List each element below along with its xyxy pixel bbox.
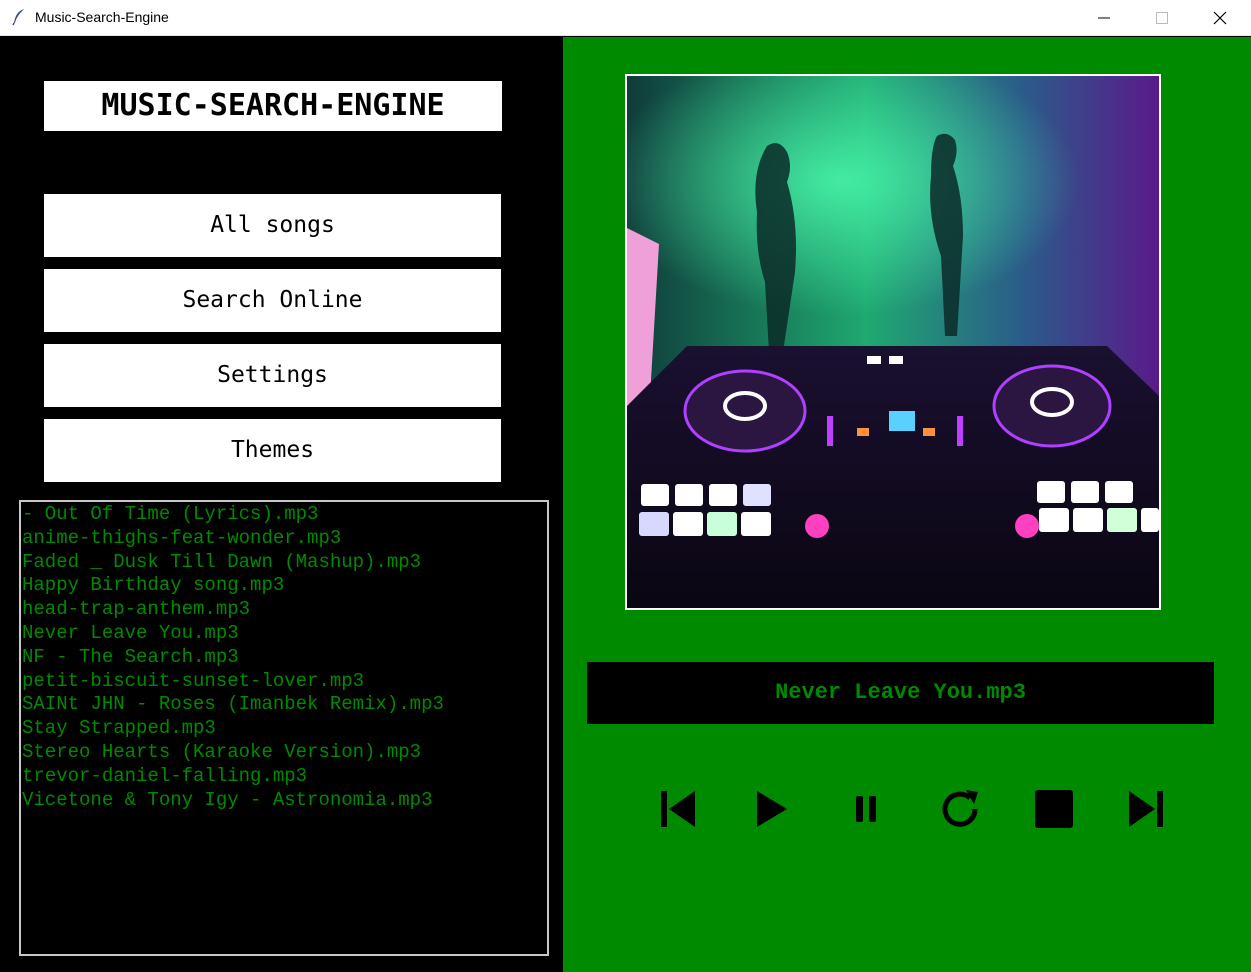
dj-controller-image: [627, 76, 1159, 608]
song-list-item[interactable]: petit-biscuit-sunset-lover.mp3: [21, 670, 547, 694]
song-list-item[interactable]: - Out Of Time (Lyrics).mp3: [21, 503, 547, 527]
stop-icon: [1035, 790, 1073, 828]
song-list-item[interactable]: Faded _ Dusk Till Dawn (Mashup).mp3: [21, 551, 547, 575]
song-list-item[interactable]: Happy Birthday song.mp3: [21, 574, 547, 598]
song-list-item[interactable]: trevor-daniel-falling.mp3: [21, 765, 547, 789]
pause-icon: [856, 796, 876, 822]
minimize-icon: [1098, 17, 1110, 19]
song-list-item[interactable]: Never Leave You.mp3: [21, 622, 547, 646]
album-art: [625, 74, 1161, 610]
search-online-button[interactable]: Search Online: [44, 269, 501, 332]
play-button[interactable]: [751, 787, 795, 831]
close-icon: [1213, 11, 1227, 25]
song-listbox[interactable]: - Out Of Time (Lyrics).mp3 anime-thighs-…: [19, 500, 549, 956]
song-list-item[interactable]: SAINt JHN - Roses (Imanbek Remix).mp3: [21, 693, 547, 717]
song-list-item[interactable]: Stereo Hearts (Karaoke Version).mp3: [21, 741, 547, 765]
player-panel: Never Leave You.mp3: [563, 37, 1251, 972]
minimize-button[interactable]: [1075, 0, 1133, 36]
song-list-item[interactable]: NF - The Search.mp3: [21, 646, 547, 670]
window-titlebar: Music-Search-Engine: [0, 0, 1251, 36]
stop-button[interactable]: [1032, 787, 1076, 831]
next-button[interactable]: [1125, 787, 1169, 831]
song-list: - Out Of Time (Lyrics).mp3 anime-thighs-…: [21, 503, 547, 812]
previous-icon: [661, 791, 695, 827]
close-button[interactable]: [1191, 0, 1249, 36]
previous-button[interactable]: [657, 787, 701, 831]
repeat-icon: [942, 790, 978, 827]
play-icon: [757, 791, 787, 827]
maximize-button[interactable]: [1133, 0, 1191, 36]
sidebar-panel: MUSIC-SEARCH-ENGINE All songs Search Onl…: [0, 37, 563, 972]
song-list-item[interactable]: Stay Strapped.mp3: [21, 717, 547, 741]
next-icon: [1129, 791, 1163, 827]
now-playing-label: Never Leave You.mp3: [587, 662, 1214, 724]
window-title: Music-Search-Engine: [35, 9, 169, 25]
app-title: MUSIC-SEARCH-ENGINE: [44, 81, 502, 131]
maximize-icon: [1156, 12, 1168, 24]
all-songs-button[interactable]: All songs: [44, 194, 501, 257]
song-list-item[interactable]: Vicetone & Tony Igy - Astronomia.mp3: [21, 789, 547, 813]
song-list-item[interactable]: anime-thighs-feat-wonder.mp3: [21, 527, 547, 551]
repeat-button[interactable]: [938, 787, 982, 831]
themes-button[interactable]: Themes: [44, 419, 501, 482]
settings-button[interactable]: Settings: [44, 344, 501, 407]
feather-icon: [10, 8, 28, 26]
pause-button[interactable]: [844, 787, 888, 831]
song-list-item[interactable]: head-trap-anthem.mp3: [21, 598, 547, 622]
